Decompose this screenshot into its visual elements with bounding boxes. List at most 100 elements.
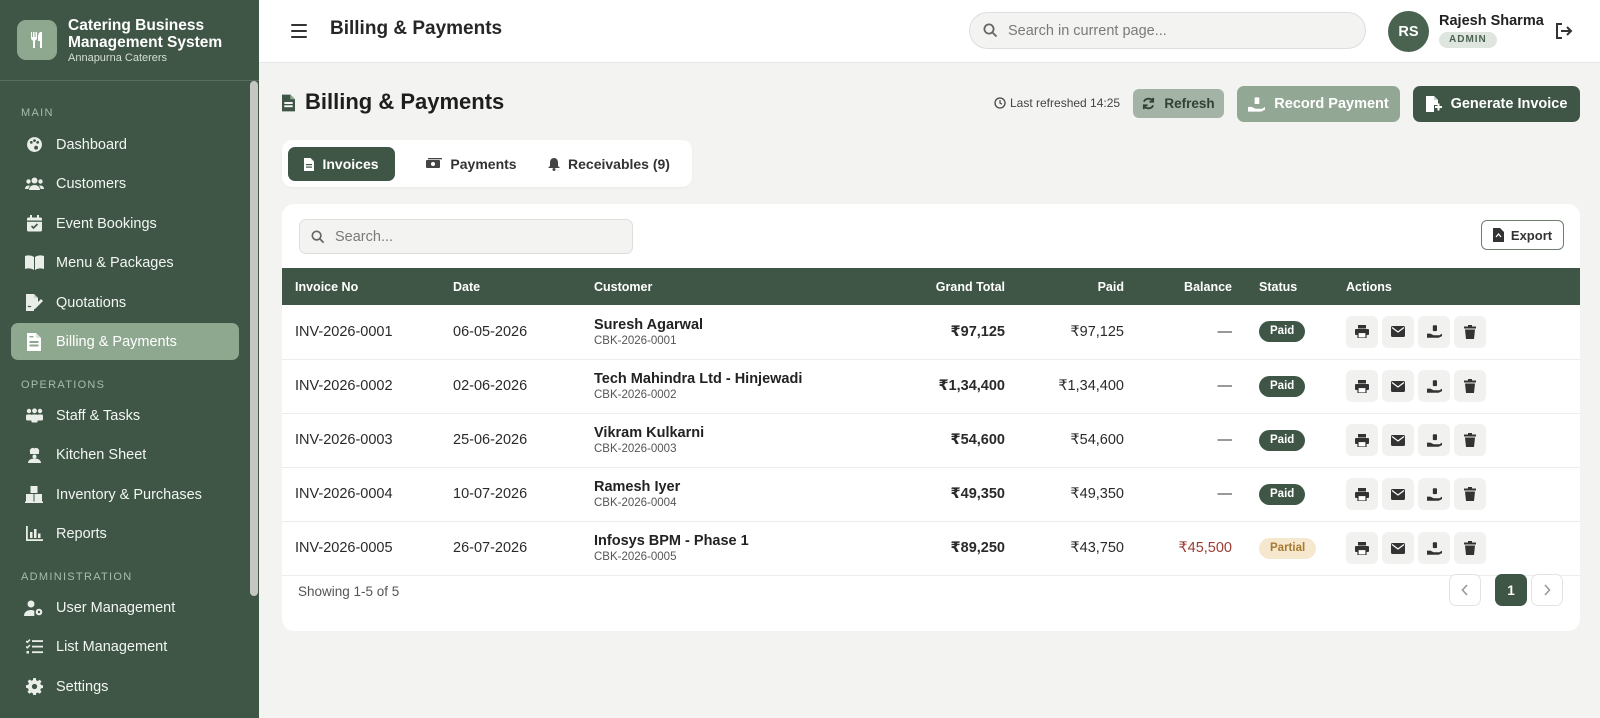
balance-amount: — [1217,486,1233,502]
customer-name: Infosys BPM - Phase 1 [594,533,749,549]
actions-cell [1346,305,1580,359]
record-payment-row-button[interactable] [1418,424,1450,456]
record-payment-button[interactable]: Record Payment [1237,86,1400,122]
utensils-logo-icon [17,20,57,60]
generate-invoice-button[interactable]: Generate Invoice [1413,86,1580,122]
sidebar-item-label: Settings [56,678,109,695]
envelope-icon [1391,380,1405,392]
column-header-paid[interactable]: Paid [1005,268,1124,305]
record-payment-label: Record Payment [1274,96,1389,112]
customer-name: Ramesh Iyer [594,479,681,495]
global-search-input[interactable] [1008,22,1328,39]
record-payment-row-button[interactable] [1418,532,1450,564]
column-header-customer[interactable]: Customer [594,268,821,305]
tab-payments[interactable]: Payments [419,147,524,181]
print-button[interactable] [1346,424,1378,456]
table-search-input[interactable] [335,228,615,245]
sidebar: Catering Business Management System Anna… [0,0,259,718]
file-invoice-plus-icon [1425,96,1451,112]
delete-button[interactable] [1454,315,1486,348]
invoice-date: 25-06-2026 [453,432,528,448]
sidebar-item-quotations[interactable]: Quotations [11,284,239,321]
record-payment-row-button[interactable] [1418,315,1450,348]
sidebar-scrollbar-thumb[interactable] [250,81,258,596]
delete-button[interactable] [1454,532,1486,564]
print-button[interactable] [1346,532,1378,564]
customer-name: Vikram Kulkarni [594,425,705,441]
global-search[interactable] [969,12,1366,49]
export-button[interactable]: Export [1481,220,1564,250]
tab-receivables[interactable]: Receivables (9) [544,147,674,181]
tab-label: Payments [450,156,517,172]
invoice-number[interactable]: INV-2026-0004 [282,467,453,521]
actions-cell [1346,413,1580,467]
hamburger-menu-icon[interactable] [289,22,309,40]
email-button[interactable] [1382,532,1414,564]
user-gear-icon [24,598,44,618]
invoice-number[interactable]: INV-2026-0002 [282,359,453,413]
sidebar-item-reports[interactable]: Reports [11,515,239,552]
email-button[interactable] [1382,478,1414,510]
sidebar-item-event-bookings[interactable]: Event Bookings [11,205,239,242]
invoice-date: 02-06-2026 [453,378,528,394]
table-row[interactable]: INV-2026-0001 06-05-2026 Suresh Agarwal CBK… [282,305,1580,359]
logout-icon[interactable] [1554,21,1574,41]
file-signature-icon [24,293,44,313]
sidebar-item-list-management[interactable]: List Management [11,628,239,665]
column-header-grand-total[interactable]: Grand Total [821,268,1005,305]
table-search[interactable] [299,219,633,254]
column-header-invoice-no[interactable]: Invoice No [282,268,453,305]
invoice-number[interactable]: INV-2026-0003 [282,413,453,467]
sidebar-item-billing-payments[interactable]: Billing & Payments [11,323,239,360]
sidebar-item-kitchen-sheet[interactable]: Kitchen Sheet [11,436,239,473]
column-header-status[interactable]: Status [1232,268,1346,305]
print-button[interactable] [1346,478,1378,510]
refresh-button[interactable]: Refresh [1133,89,1224,118]
status-cell: Partial [1232,521,1346,575]
avatar[interactable]: RS [1388,11,1429,52]
sidebar-item-menu-packages[interactable]: Menu & Packages [11,244,239,281]
email-button[interactable] [1382,370,1414,402]
balance-amount: — [1217,432,1233,448]
topbar-title: Billing & Payments [330,18,503,39]
invoice-date: 26-07-2026 [453,540,528,556]
sidebar-scrollbar[interactable] [249,81,259,718]
pagination-next-button[interactable] [1531,574,1563,606]
table-row[interactable]: INV-2026-0004 10-07-2026 Ramesh Iyer CBK-20… [282,467,1580,521]
search-icon [311,229,325,244]
status-badge: Paid [1259,375,1306,397]
delete-button[interactable] [1454,370,1486,402]
column-header-date[interactable]: Date [453,268,594,305]
invoice-number[interactable]: INV-2026-0001 [282,305,453,359]
print-button[interactable] [1346,315,1378,348]
sidebar-item-settings[interactable]: Settings [11,668,239,705]
table-row[interactable]: INV-2026-0002 02-06-2026 Tech Mahindra Ltd… [282,359,1580,413]
table-row[interactable]: INV-2026-0005 26-07-2026 Infosys BPM - Pha… [282,521,1580,575]
sidebar-item-inventory-purchases[interactable]: Inventory & Purchases [11,476,239,513]
hand-holding-dollar-icon [1426,325,1442,338]
pagination-page-button[interactable]: 1 [1495,574,1527,606]
hand-holding-dollar-icon [1426,487,1442,501]
print-button[interactable] [1346,370,1378,402]
pagination-prev-button[interactable] [1449,574,1481,606]
hand-holding-dollar-icon [1426,433,1442,447]
delete-button[interactable] [1454,424,1486,456]
sidebar-item-staff-tasks[interactable]: Staff & Tasks [11,397,239,434]
status-badge: Paid [1259,321,1306,343]
email-button[interactable] [1382,424,1414,456]
invoice-date: 10-07-2026 [453,486,528,502]
tab-invoices[interactable]: Invoices [288,147,395,181]
invoice-number[interactable]: INV-2026-0005 [282,521,453,575]
record-payment-row-button[interactable] [1418,478,1450,510]
sidebar-item-customers[interactable]: Customers [11,165,239,202]
record-payment-row-button[interactable] [1418,370,1450,402]
table-row[interactable]: INV-2026-0003 25-06-2026 Vikram Kulkarni CB… [282,413,1580,467]
tab-label: Invoices [322,156,379,172]
sidebar-item-dashboard[interactable]: Dashboard [11,126,239,163]
export-label: Export [1510,227,1553,243]
people-group-icon [24,406,44,426]
sidebar-item-user-management[interactable]: User Management [11,589,239,626]
column-header-balance[interactable]: Balance [1124,268,1232,305]
delete-button[interactable] [1454,478,1486,510]
email-button[interactable] [1382,315,1414,348]
